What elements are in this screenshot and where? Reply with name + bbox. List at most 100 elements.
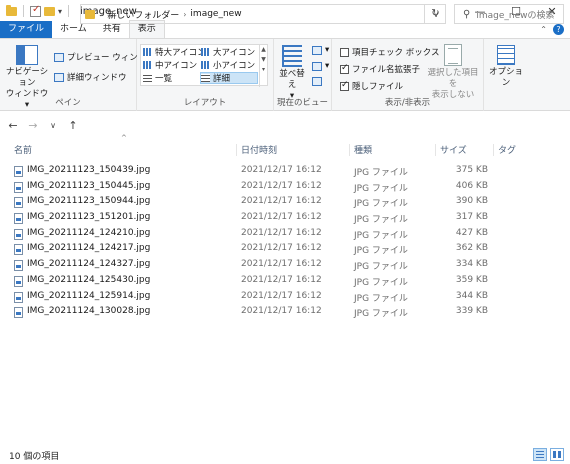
- file-row[interactable]: IMG_20211124_125914.jpg 2021/12/17 16:12 J…: [0, 290, 570, 306]
- layout-item-label: 一覧: [155, 74, 173, 84]
- column-header-date[interactable]: 日付時刻: [241, 143, 277, 156]
- file-row[interactable]: IMG_20211123_150445.jpg 2021/12/17 16:12 J…: [0, 180, 570, 196]
- recent-locations-chevron-icon[interactable]: ∨: [46, 121, 60, 130]
- customize-quick-access-icon[interactable]: ▾: [58, 7, 62, 16]
- details-pane-label: 詳細ウィンドウ: [67, 73, 127, 83]
- navigation-pane-icon: [16, 45, 38, 65]
- forward-arrow-icon[interactable]: →: [26, 119, 40, 132]
- column-header-tags[interactable]: タグ: [498, 143, 516, 156]
- large-icons-view-button[interactable]: [550, 448, 564, 461]
- file-name: IMG_20211124_124217.jpg: [27, 243, 151, 254]
- file-type: JPG ファイル: [354, 183, 408, 194]
- properties-icon[interactable]: [30, 4, 41, 17]
- new-folder-icon[interactable]: [44, 6, 55, 16]
- file-size: 362 KB: [455, 243, 488, 254]
- quick-access-toolbar: ▾: [0, 4, 72, 17]
- layout-extra-large-icons[interactable]: 特大アイコン: [143, 46, 206, 58]
- jpg-file-icon: [14, 166, 23, 177]
- column-header-size[interactable]: サイズ: [440, 143, 467, 156]
- size-columns-button[interactable]: [312, 77, 322, 86]
- options-group: オプション: [484, 39, 528, 111]
- file-row[interactable]: IMG_20211123_150439.jpg 2021/12/17 16:12 J…: [0, 164, 570, 180]
- details-pane-button[interactable]: 詳細ウィンドウ: [54, 71, 127, 83]
- item-checkboxes-checkbox[interactable]: [340, 47, 349, 57]
- file-row[interactable]: IMG_20211124_124210.jpg 2021/12/17 16:12 J…: [0, 227, 570, 243]
- chevron-right-icon[interactable]: ›: [100, 10, 103, 19]
- options-button[interactable]: オプション: [486, 45, 526, 89]
- file-size: 359 KB: [455, 274, 488, 285]
- divider: [68, 5, 70, 17]
- column-divider[interactable]: [435, 144, 436, 156]
- hidden-items-checkbox[interactable]: [340, 80, 349, 91]
- file-row[interactable]: IMG_20211124_130028.jpg 2021/12/17 16:12 J…: [0, 305, 570, 321]
- file-list: IMG_20211123_150439.jpg 2021/12/17 16:12 J…: [0, 164, 570, 321]
- file-type: JPG ファイル: [354, 309, 408, 320]
- sort-by-button[interactable]: 並べ替え ▾: [277, 45, 307, 102]
- refresh-icon[interactable]: ↻: [424, 4, 446, 24]
- column-divider[interactable]: [236, 144, 237, 156]
- file-row[interactable]: IMG_20211123_150944.jpg 2021/12/17 16:12 J…: [0, 195, 570, 211]
- column-divider[interactable]: [349, 144, 350, 156]
- navigation-pane-label-line1: ナビゲーション: [5, 67, 49, 88]
- file-row[interactable]: IMG_20211123_151201.jpg 2021/12/17 16:12 J…: [0, 211, 570, 227]
- file-row[interactable]: IMG_20211124_124327.jpg 2021/12/17 16:12 J…: [0, 258, 570, 274]
- breadcrumb-new-folder[interactable]: 新しいフォルダー: [107, 8, 179, 21]
- options-icon: [497, 45, 515, 65]
- jpg-file-icon: [14, 213, 23, 225]
- file-extensions-toggle[interactable]: ファイル名拡張子: [340, 63, 420, 75]
- chevron-down-icon: ▾: [325, 45, 330, 55]
- jpg-file-icon: [14, 291, 23, 303]
- file-row[interactable]: IMG_20211124_125430.jpg 2021/12/17 16:12 J…: [0, 274, 570, 290]
- file-size: 427 KB: [455, 227, 488, 238]
- column-header-name[interactable]: 名前: [14, 143, 32, 156]
- file-extensions-checkbox[interactable]: [340, 63, 349, 74]
- file-size: 344 KB: [455, 290, 488, 301]
- layout-details[interactable]: 詳細: [200, 72, 258, 84]
- layout-item-label: 特大アイコン: [155, 48, 206, 58]
- layout-gallery-scroll[interactable]: ▲ ▼ ▾: [259, 45, 267, 87]
- tab-file[interactable]: ファイル: [0, 21, 53, 38]
- file-type: JPG ファイル: [354, 262, 408, 273]
- jpg-file-icon: [14, 244, 23, 256]
- hidden-items-toggle[interactable]: 隠しファイル: [340, 80, 403, 92]
- layout-small-icons[interactable]: 小アイコン: [201, 59, 255, 71]
- file-row[interactable]: IMG_20211124_124217.jpg 2021/12/17 16:12 J…: [0, 242, 570, 258]
- file-type: JPG ファイル: [354, 199, 408, 210]
- layout-item-label: 小アイコン: [213, 61, 256, 71]
- help-icon[interactable]: ?: [553, 24, 564, 35]
- group-by-button[interactable]: ▾: [312, 45, 329, 55]
- large-icons-icon: [201, 48, 210, 56]
- file-type: JPG ファイル: [354, 230, 408, 241]
- address-bar[interactable]: › 新しいフォルダー › image_new ∨: [80, 4, 446, 24]
- folder-icon: [6, 4, 17, 16]
- file-name: IMG_20211123_150439.jpg: [27, 165, 151, 175]
- back-arrow-icon[interactable]: ←: [6, 119, 20, 132]
- pane-group-label: ペイン: [55, 98, 81, 108]
- layout-large-icons[interactable]: 大アイコン: [201, 46, 255, 58]
- up-arrow-icon[interactable]: ↑: [66, 119, 80, 132]
- column-header-type[interactable]: 種類: [354, 143, 372, 156]
- divider: [23, 5, 24, 17]
- file-type: JPG ファイル: [354, 168, 408, 178]
- column-header-row: ^ 名前 日付時刻 種類 サイズ タグ: [0, 134, 570, 158]
- hide-selected-button[interactable]: 選択した項目を 表示しない: [424, 44, 482, 101]
- hide-selected-label-line1: 選択した項目を: [427, 68, 479, 89]
- hidden-items-label: 隠しファイル: [352, 82, 404, 92]
- search-box[interactable]: ⚲ image_newの検索: [454, 4, 564, 24]
- collapse-ribbon-icon[interactable]: ⌃: [540, 25, 547, 34]
- layout-item-label: 大アイコン: [213, 48, 256, 58]
- layout-group-label: レイアウト: [183, 98, 227, 108]
- small-icons-icon: [201, 61, 210, 69]
- layout-list[interactable]: 一覧: [143, 72, 172, 84]
- add-columns-button[interactable]: ▾: [312, 61, 329, 71]
- column-divider[interactable]: [493, 144, 494, 156]
- chevron-right-icon[interactable]: ›: [183, 10, 186, 19]
- layout-medium-icons[interactable]: 中アイコン: [143, 59, 197, 71]
- size-columns-icon: [312, 77, 322, 86]
- breadcrumb-image-new[interactable]: image_new: [190, 9, 241, 19]
- jpg-file-icon: [14, 197, 23, 209]
- file-name: IMG_20211124_124327.jpg: [27, 259, 151, 270]
- large-icons-view-icon: [553, 451, 561, 458]
- details-view-button[interactable]: [533, 448, 547, 461]
- file-size: 390 KB: [455, 196, 488, 207]
